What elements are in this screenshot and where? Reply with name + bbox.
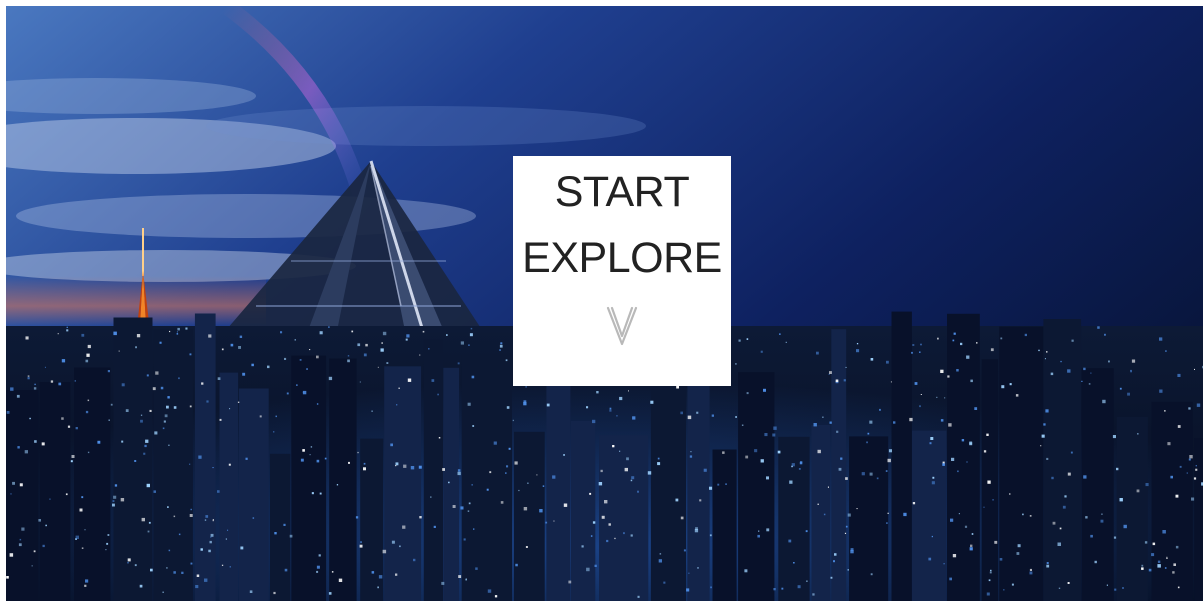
chevron-down-icon xyxy=(606,306,638,346)
start-explore-button[interactable]: START EXPLORE xyxy=(513,156,731,386)
explore-label: EXPLORE xyxy=(522,234,722,282)
start-label: START xyxy=(554,168,690,216)
hero-section: START EXPLORE xyxy=(6,6,1203,601)
